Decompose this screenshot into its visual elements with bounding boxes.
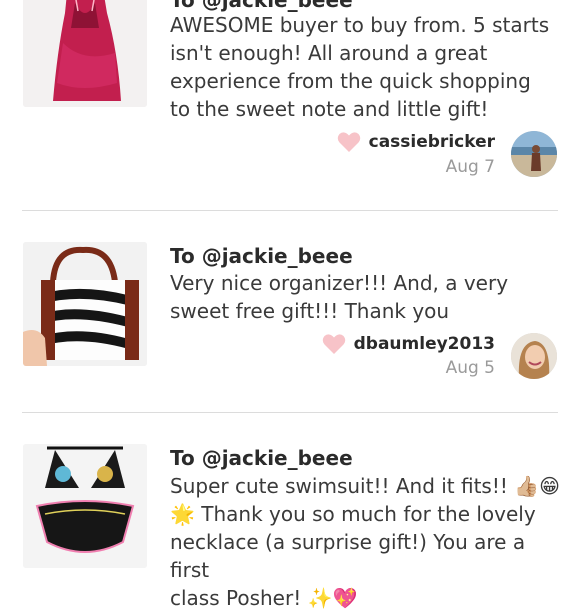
reviewer-username[interactable]: dbaumley2013 — [354, 334, 495, 354]
review-date: Aug 5 — [445, 358, 495, 378]
heart-icon[interactable] — [337, 131, 361, 153]
reviewer-avatar[interactable] — [511, 333, 557, 379]
review-message: Very nice organizer!!! And, a very sweet… — [170, 271, 509, 323]
review-message-line: 🌟 Thank you so much for the lovely — [170, 502, 536, 526]
review-feed: To @jackie_beee AWESOME buyer to buy fro… — [0, 0, 580, 610]
smiling-woman-portrait-photo — [511, 333, 557, 379]
review-message-line: class Posher! ✨💖 — [170, 586, 358, 610]
listing-thumbnail[interactable] — [23, 444, 147, 568]
black-bikini-photo — [23, 444, 147, 568]
reviewer-username[interactable]: cassiebricker — [369, 132, 495, 152]
reviewer-row[interactable]: dbaumley2013 — [322, 330, 495, 358]
review-message-line: Super cute swimsuit!! And it fits!! 👍🏼😁 — [170, 474, 560, 498]
review-item: To @jackie_beee AWESOME buyer to buy fro… — [0, 0, 580, 210]
review-message: Super cute swimsuit!! And it fits!! 👍🏼😁 … — [170, 472, 570, 612]
heart-icon[interactable] — [322, 333, 346, 355]
listing-thumbnail[interactable] — [23, 0, 147, 107]
review-recipient: To @jackie_beee — [170, 244, 353, 268]
review-recipient: To @jackie_beee — [170, 446, 353, 470]
review-item: To @jackie_beee Very nice organizer!!! A… — [0, 211, 580, 413]
beach-portrait-photo — [511, 131, 557, 177]
pink-satin-slip-photo — [23, 0, 147, 107]
zebra-tote-organizer-photo — [23, 242, 147, 366]
reviewer-row[interactable]: cassiebricker — [337, 128, 495, 156]
review-date: Aug 7 — [445, 157, 495, 177]
reviewer-avatar[interactable] — [511, 131, 557, 177]
review-item: To @jackie_beee Super cute swimsuit!! An… — [0, 413, 580, 610]
review-message-line: necklace (a surprise gift!) You are a fi… — [170, 530, 526, 582]
review-message: AWESOME buyer to buy from. 5 starts isn'… — [170, 13, 550, 121]
listing-thumbnail[interactable] — [23, 242, 147, 366]
